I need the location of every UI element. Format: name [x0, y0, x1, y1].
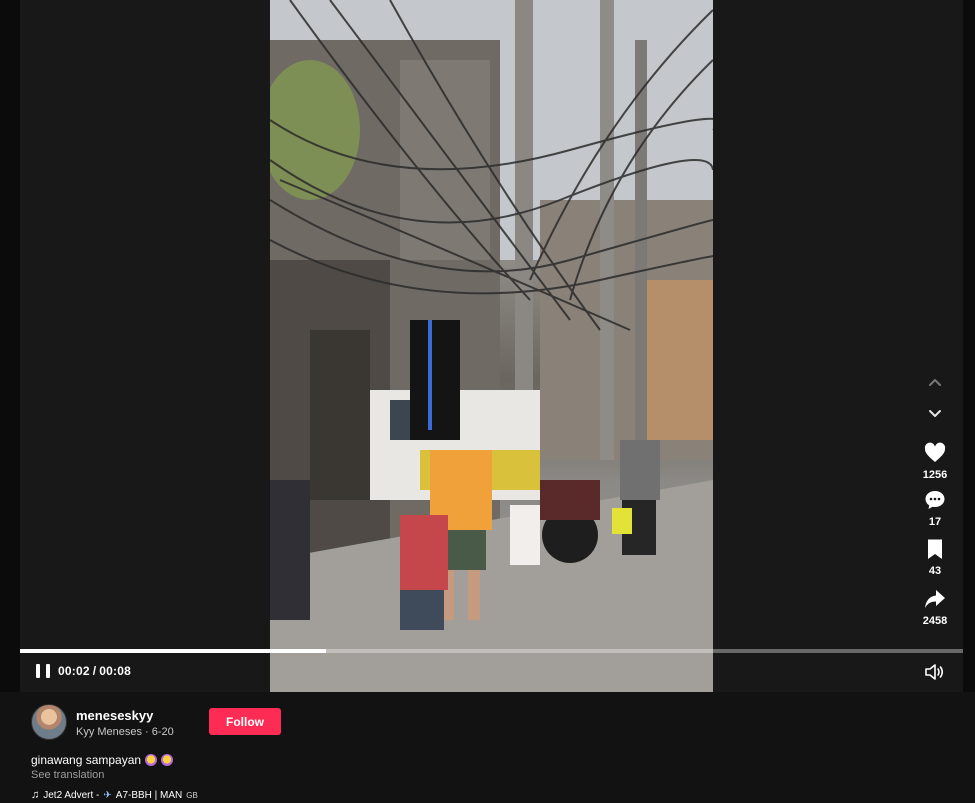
laughing-emoji-icon — [161, 754, 174, 766]
airplane-icon: ✈ — [103, 789, 112, 801]
music-title: Jet2 Advert - — [43, 789, 100, 801]
follow-button[interactable]: Follow — [209, 708, 281, 735]
right-edge — [963, 0, 975, 692]
music-artist: A7-BBH | MAN — [115, 789, 183, 801]
share-icon — [925, 590, 945, 608]
chevron-down-icon[interactable] — [926, 404, 944, 422]
author-subline: Kyy Meneses · 6-20 — [76, 726, 174, 738]
video-page: 00:02/00:08 1256 17 43 2458 meneseskyy K… — [0, 0, 975, 803]
video-player[interactable] — [20, 0, 963, 692]
author-username[interactable]: meneseskyy — [76, 708, 153, 723]
bookmark-icon — [928, 539, 942, 559]
laughing-emoji-icon — [145, 754, 158, 766]
progress-fill — [20, 649, 326, 653]
comment-icon — [925, 491, 945, 509]
left-edge — [0, 0, 20, 692]
avatar[interactable] — [31, 704, 67, 740]
comment-button[interactable]: 17 — [912, 488, 958, 528]
save-button[interactable]: 43 — [912, 537, 958, 577]
playback-controls: 00:02/00:08 — [36, 662, 131, 680]
see-translation-link[interactable]: See translation — [31, 769, 104, 781]
caption-text: ginawang sampayan — [31, 753, 142, 767]
video-caption: ginawang sampayan — [31, 753, 174, 767]
share-button[interactable]: 2458 — [912, 587, 958, 627]
duration-time: 00:08 — [99, 664, 131, 678]
video-frame[interactable] — [270, 0, 713, 692]
share-count: 2458 — [922, 615, 948, 627]
video-navigation — [920, 374, 950, 422]
time-display: 00:02/00:08 — [58, 664, 131, 678]
pause-icon[interactable] — [36, 662, 50, 680]
time-separator: / — [92, 664, 97, 678]
date-separator: · — [145, 726, 149, 738]
post-date: 6-20 — [151, 726, 174, 738]
progress-bar[interactable] — [20, 649, 963, 653]
music-note-icon: ♫ — [31, 789, 40, 801]
author-display-name: Kyy Meneses — [76, 726, 143, 738]
like-count: 1256 — [922, 469, 948, 481]
music-suffix: GB — [186, 790, 198, 800]
volume-icon[interactable] — [924, 663, 944, 681]
video-scene-image — [270, 0, 713, 692]
music-info[interactable]: ♫ Jet2 Advert - ✈ A7-BBH | MAN GB — [31, 789, 198, 801]
comment-count: 17 — [928, 516, 942, 528]
like-button[interactable]: 1256 — [912, 441, 958, 481]
elapsed-time: 00:02 — [58, 664, 90, 678]
heart-icon — [924, 442, 946, 462]
save-count: 43 — [928, 565, 942, 577]
chevron-up-icon[interactable] — [926, 374, 944, 392]
